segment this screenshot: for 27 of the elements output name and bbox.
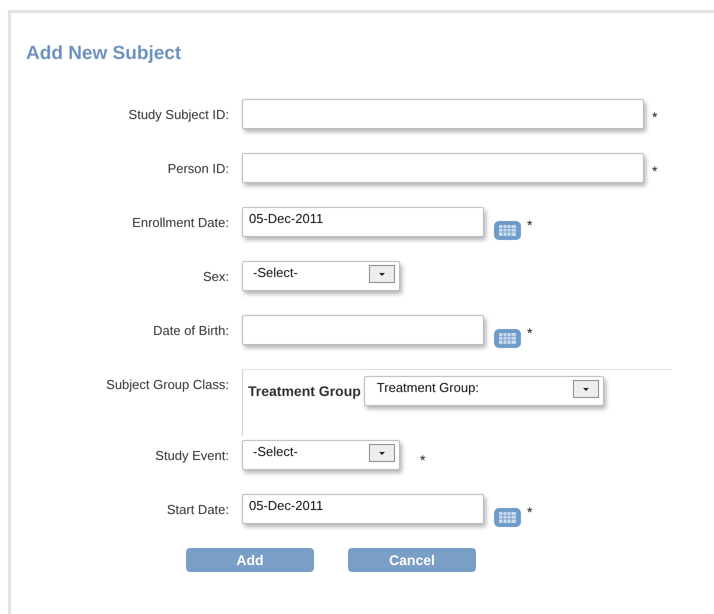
field-label: Date of Birth: [152, 322, 229, 338]
field-label: Subject Group Class: [105, 376, 229, 392]
calendar-icon[interactable] [494, 221, 521, 240]
date-field[interactable] [242, 315, 484, 345]
field-label: Study Event: [154, 447, 229, 463]
field-label: Start Date: [166, 501, 229, 517]
field-label: Person ID: [166, 160, 229, 176]
form-title: Add New Subject [26, 43, 182, 65]
calendar-icon[interactable] [494, 329, 521, 348]
required-marker: * [527, 325, 532, 341]
required-marker: * [527, 217, 532, 233]
date-field[interactable]: 05-Dec-2011 [242, 207, 484, 237]
select-dropdown[interactable]: -Select- [242, 440, 400, 470]
select-dropdown[interactable]: Treatment Group: [364, 376, 604, 406]
input-field[interactable] [242, 153, 644, 183]
required-marker: * [652, 109, 658, 125]
required-marker: * [652, 163, 658, 179]
required-marker: * [420, 452, 426, 468]
field-label: Sex: [202, 268, 229, 284]
calendar-icon[interactable] [494, 508, 521, 527]
date-field[interactable]: 05-Dec-2011 [242, 494, 484, 524]
field-label: Study Subject ID: [128, 106, 229, 122]
select-dropdown[interactable]: -Select- [242, 261, 400, 291]
group-name: Treatment Group [248, 382, 361, 399]
input-field[interactable] [242, 99, 644, 129]
required-marker: * [527, 504, 532, 520]
field-label: Enrollment Date: [131, 214, 229, 230]
